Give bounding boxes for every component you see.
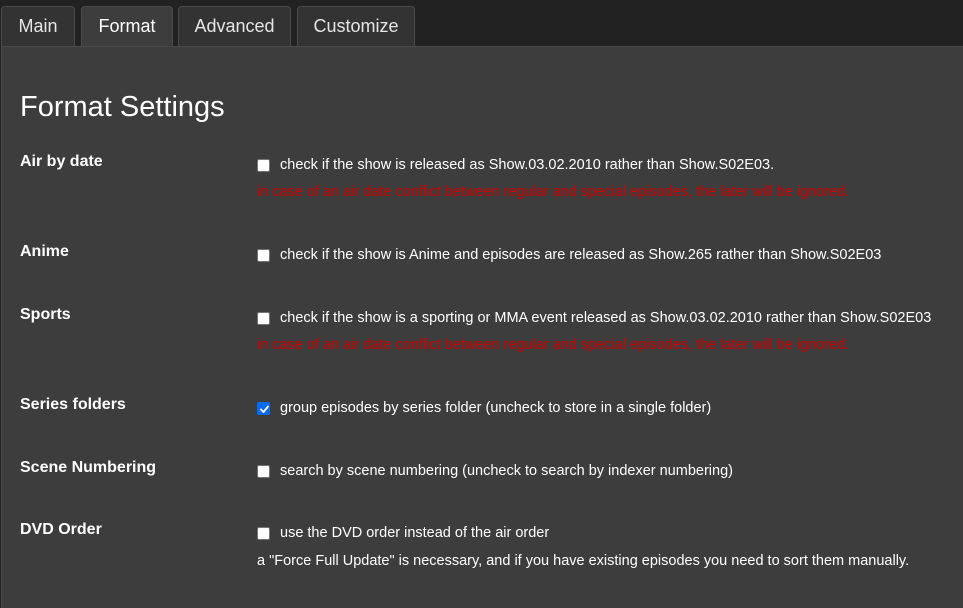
air-by-date-label: Air by date [20,153,103,170]
scene-numbering-checkbox[interactable] [257,465,270,478]
scene-numbering-label: Scene Numbering [20,459,157,476]
anime-description: check if the show is Anime and episodes … [280,247,882,263]
air-by-date-description: check if the show is released as Show.03… [280,157,775,173]
series-folders-label: Series folders [20,396,126,413]
sports-checkbox[interactable] [257,312,270,325]
air-by-date-checkbox[interactable] [257,159,270,172]
checkmark-icon [260,405,269,413]
dvd-order-label: DVD Order [20,521,102,538]
dvd-order-checkbox[interactable] [257,527,270,540]
sports-label: Sports [20,306,71,323]
series-folders-description: group episodes by series folder (uncheck… [280,400,712,416]
sports-description: check if the show is a sporting or MMA e… [280,310,932,326]
scene-numbering-description: search by scene numbering (uncheck to se… [280,463,733,479]
series-folders-checkbox[interactable] [257,402,270,415]
page-title: Format Settings [20,91,225,123]
tab-format[interactable]: Format [81,6,173,47]
tab-advanced[interactable]: Advanced [178,6,291,46]
anime-label: Anime [20,243,69,260]
anime-checkbox[interactable] [257,249,270,262]
tab-bar: Main Format Advanced Customize [0,0,963,47]
tab-main[interactable]: Main [1,6,75,46]
dvd-order-description: use the DVD order instead of the air ord… [280,525,550,541]
tab-customize[interactable]: Customize [297,6,415,46]
sports-warning: in case of an air date conflict between … [257,337,850,353]
format-settings-panel: Format Settings Air by date check if the… [1,46,963,608]
dvd-order-note: a "Force Full Update" is necessary, and … [257,553,910,569]
air-by-date-warning: in case of an air date conflict between … [257,184,850,200]
